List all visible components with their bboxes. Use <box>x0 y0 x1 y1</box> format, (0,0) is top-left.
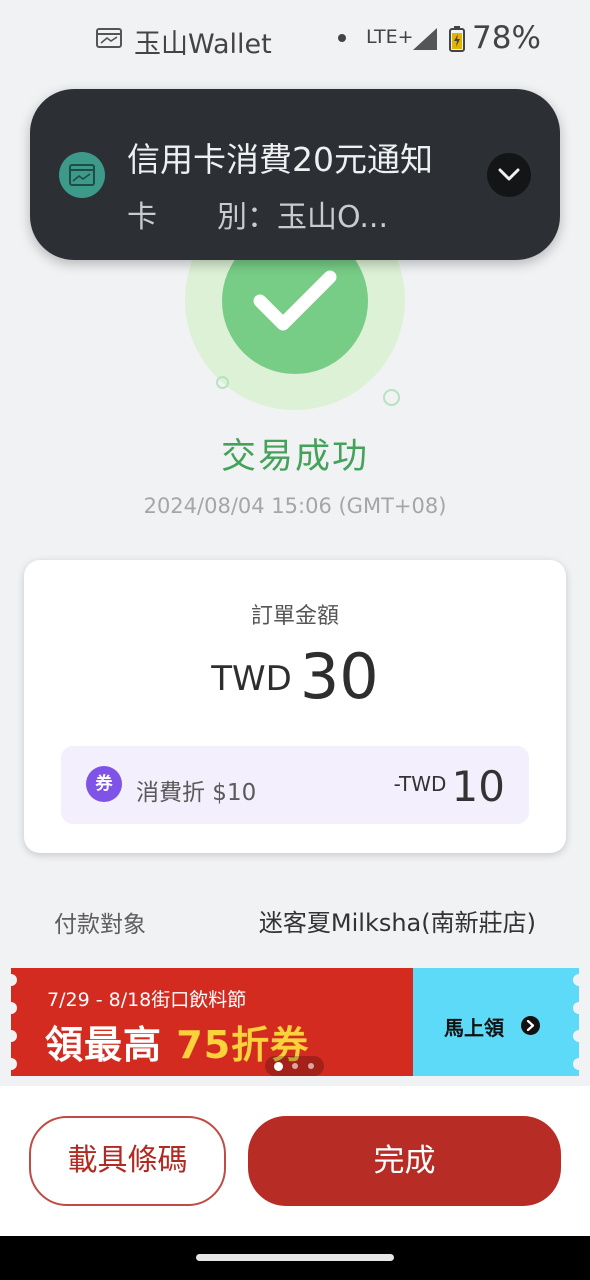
decor-ring <box>216 376 229 389</box>
arrow-right-circle-icon[interactable] <box>521 1016 540 1035</box>
coupon-icon: 券 <box>86 766 122 802</box>
discount-row: 券 消費折 $10 -TWD 10 <box>61 746 529 824</box>
promo-cta-button[interactable]: 馬上領 <box>444 1012 504 1041</box>
discount-label: 消費折 $10 <box>136 780 257 806</box>
system-nav-bar <box>0 1236 590 1280</box>
wallet-icon <box>59 152 105 198</box>
discount-amount: -TWD 10 <box>394 762 505 811</box>
promo-title-prefix: 領最高 <box>45 1023 163 1067</box>
order-currency: TWD <box>211 659 292 699</box>
carrier-barcode-button[interactable]: 載具條碼 <box>29 1116 226 1206</box>
ticket-notch <box>573 1058 579 1070</box>
order-amount: TWD 30 <box>24 640 566 713</box>
discount-currency: -TWD <box>393 772 447 796</box>
status-app-name: 玉山Wallet <box>134 29 272 60</box>
battery-percent: 78% <box>472 20 541 56</box>
status-bar: 玉山Wallet LTE+ 78% <box>0 0 590 80</box>
done-button[interactable]: 完成 <box>248 1116 561 1206</box>
result-timestamp: 2024/08/04 15:06 (GMT+08) <box>143 494 447 518</box>
payee-label: 付款對象 <box>54 912 146 938</box>
payee-value: 迷客夏Milksha(南新莊店) <box>258 909 536 937</box>
wallet-icon <box>96 28 122 48</box>
order-amount-label: 訂單金額 <box>250 604 339 629</box>
network-type: LTE+ <box>366 26 414 48</box>
promo-subtitle: 7/29 - 8/18街口飲料節 <box>47 989 247 1011</box>
chevron-down-icon[interactable] <box>487 153 531 197</box>
action-bar: 載具條碼 完成 <box>0 1086 590 1236</box>
carousel-dot-active <box>274 1062 283 1071</box>
carousel-dot <box>292 1063 298 1069</box>
ticket-notch <box>573 1030 579 1042</box>
carousel-indicator <box>265 1056 324 1076</box>
notification-body: 卡 別：玉山O... <box>127 200 389 235</box>
notification-dot <box>338 34 346 42</box>
ticket-notch <box>573 974 579 986</box>
battery-icon <box>449 26 465 56</box>
carousel-dot <box>308 1063 314 1069</box>
signal-icon <box>413 28 437 54</box>
home-indicator[interactable] <box>196 1254 394 1261</box>
promo-banner[interactable]: 7/29 - 8/18街口飲料節 領最高 75折券 馬上領 <box>11 968 579 1076</box>
order-card: 訂單金額 TWD 30 券 消費折 $10 -TWD 10 <box>24 560 566 853</box>
ticket-notch <box>573 1002 579 1014</box>
result-title: 交易成功 <box>220 437 369 477</box>
notification-title: 信用卡消費20元通知 <box>127 140 433 179</box>
notification-banner[interactable]: 信用卡消費20元通知 卡 別：玉山O... <box>30 89 560 260</box>
discount-value: 10 <box>451 762 505 811</box>
order-amount-value: 30 <box>299 640 379 713</box>
decor-ring <box>383 389 400 406</box>
